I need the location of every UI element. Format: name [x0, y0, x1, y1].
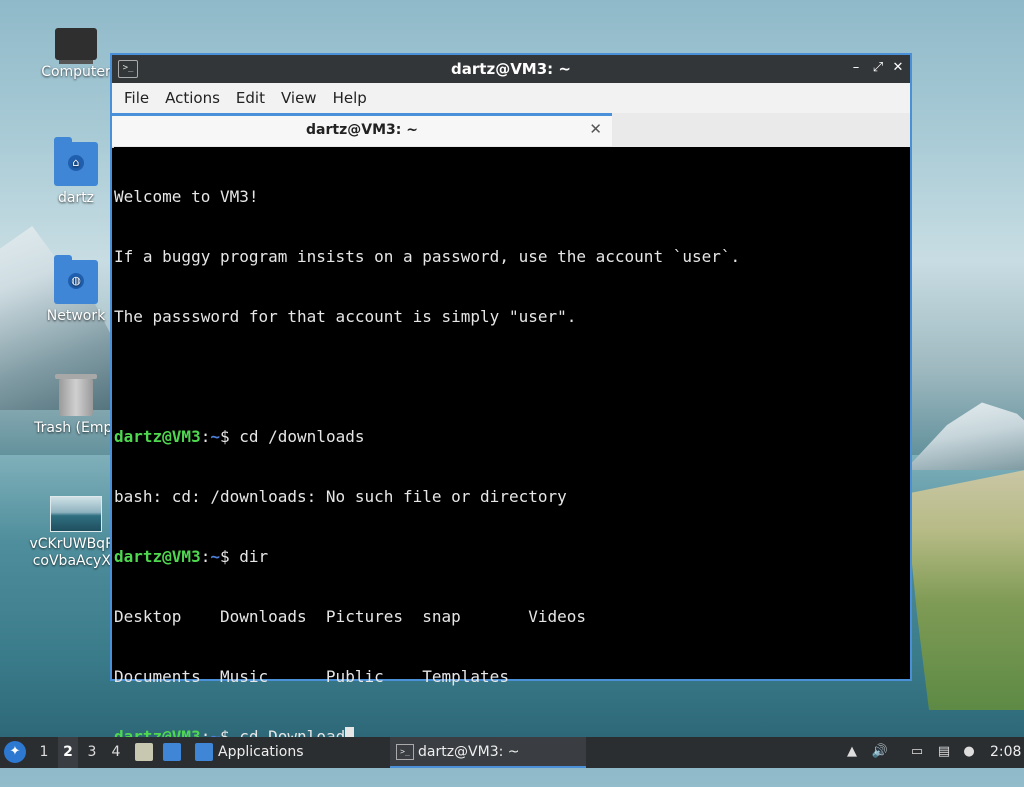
- prompt-path: ~: [210, 547, 220, 566]
- network-folder-icon: ◍: [54, 255, 98, 304]
- clock[interactable]: 2:08: [990, 737, 1021, 768]
- menu-help[interactable]: Help: [325, 89, 375, 107]
- menu-edit[interactable]: Edit: [228, 89, 273, 107]
- command-text: cd /downloads: [239, 427, 365, 446]
- window-titlebar[interactable]: >_ dartz@VM3: ~ – ⤢ ✕: [112, 55, 910, 83]
- terminal-line: Desktop Downloads Pictures snap Videos: [114, 607, 587, 626]
- terminal-line: Documents Music Public Templates: [114, 667, 509, 686]
- terminal-line: Welcome to VM3!: [114, 187, 259, 206]
- workspace-4[interactable]: 4: [106, 737, 126, 768]
- terminal-line: The passsword for that account is simply…: [114, 307, 577, 326]
- terminal-line: If a buggy program insists on a password…: [114, 247, 741, 266]
- volume-icon[interactable]: 🔊: [871, 744, 889, 760]
- show-desktop-icon[interactable]: [163, 743, 181, 761]
- prompt-end: $: [219, 427, 240, 446]
- prompt-user: dartz@VM3: [114, 547, 201, 566]
- menu-view[interactable]: View: [273, 89, 325, 107]
- menu-actions[interactable]: Actions: [157, 89, 228, 107]
- minimize-button[interactable]: –: [848, 60, 864, 76]
- terminal-window[interactable]: >_ dartz@VM3: ~ – ⤢ ✕ File Actions Edit …: [110, 53, 912, 746]
- prompt-user: dartz@VM3: [114, 427, 201, 446]
- menu-bar: File Actions Edit View Help: [112, 83, 910, 113]
- workspace-2[interactable]: 2: [58, 737, 78, 768]
- tray-up-arrow-icon[interactable]: ▲: [843, 744, 861, 760]
- command-text: dir: [239, 547, 269, 566]
- prompt-path: ~: [210, 427, 220, 446]
- tab-bar: dartz@VM3: ~ ✕: [112, 113, 910, 148]
- wallpaper-mountain-right: [905, 402, 1024, 470]
- notification-icon[interactable]: ●: [960, 744, 978, 760]
- home-folder-icon: ⌂: [54, 137, 98, 186]
- workspace-3[interactable]: 3: [82, 737, 102, 768]
- workspace-1[interactable]: 1: [34, 737, 54, 768]
- terminal-app-icon: >_: [396, 744, 414, 760]
- terminal-line: bash: cd: /downloads: No such file or di…: [114, 487, 567, 506]
- file-manager-launcher-icon[interactable]: [135, 743, 153, 761]
- close-button[interactable]: ✕: [890, 60, 906, 76]
- terminal-output[interactable]: Welcome to VM3! If a buggy program insis…: [114, 147, 910, 746]
- maximize-button[interactable]: ⤢: [870, 60, 886, 76]
- tab-close-icon[interactable]: ✕: [589, 120, 602, 138]
- tab-label: dartz@VM3: ~: [306, 122, 418, 138]
- prompt-sep: :: [200, 547, 211, 566]
- tab-terminal[interactable]: dartz@VM3: ~ ✕: [112, 113, 612, 146]
- start-menu-icon[interactable]: ✦: [4, 741, 26, 763]
- applications-folder-icon: [195, 743, 213, 761]
- network-status-icon[interactable]: ▭: [908, 744, 926, 760]
- wallpaper-grass: [905, 470, 1024, 710]
- terminal-prompt-line: dartz@VM3:~$ dir: [114, 547, 910, 567]
- terminal-prompt-line: dartz@VM3:~$ cd /downloads: [114, 427, 910, 447]
- taskbar-window-button[interactable]: >_ dartz@VM3: ~: [390, 737, 586, 768]
- prompt-end: $: [219, 547, 240, 566]
- menu-file[interactable]: File: [116, 89, 157, 107]
- window-title: dartz@VM3: ~: [451, 60, 571, 78]
- taskbar: ✦ 1 2 3 4 Applications >_ dartz@VM3: ~ ▲…: [0, 737, 1024, 768]
- taskbar-window-label: dartz@VM3: ~: [418, 744, 520, 760]
- applications-menu[interactable]: Applications: [218, 737, 304, 768]
- prompt-sep: :: [200, 427, 211, 446]
- clipboard-icon[interactable]: ▤: [935, 744, 953, 760]
- trash-icon: [55, 374, 97, 416]
- computer-icon: [55, 28, 97, 60]
- image-file-icon: [50, 496, 102, 532]
